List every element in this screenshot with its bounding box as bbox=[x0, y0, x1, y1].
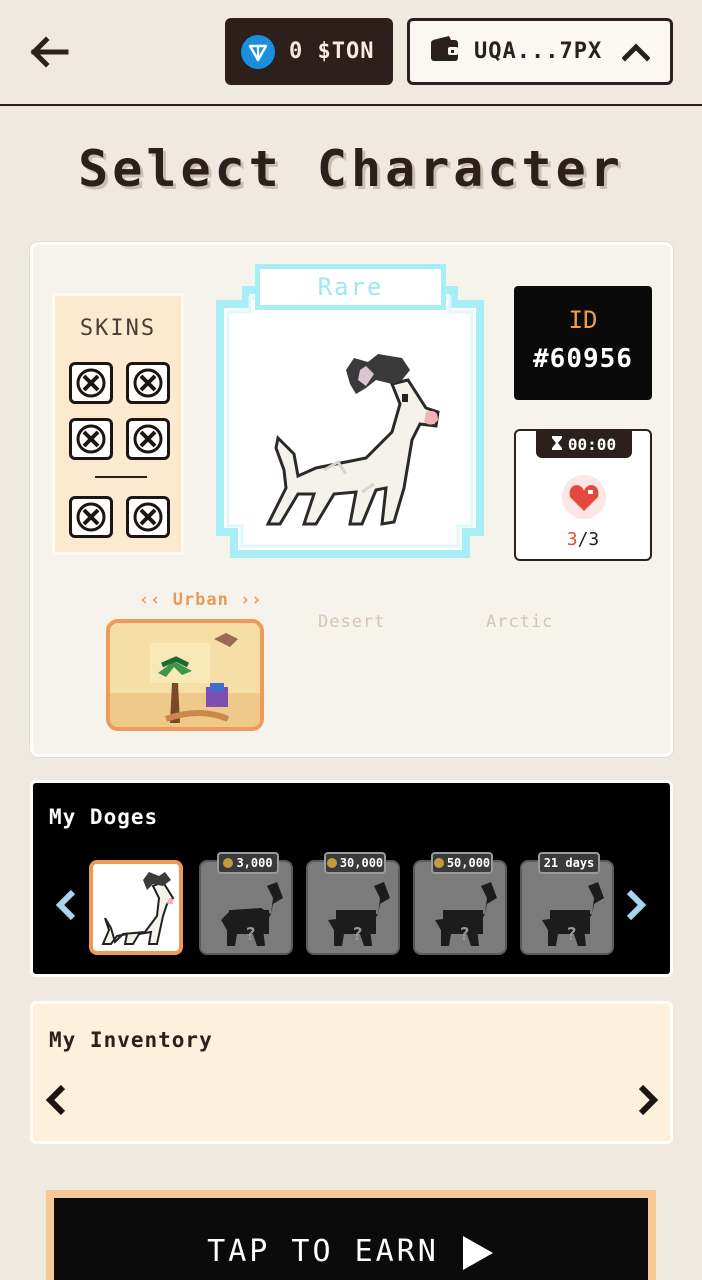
price-tag: 30,000 bbox=[324, 852, 386, 874]
tap-to-earn-label: TAP TO EARN bbox=[207, 1234, 439, 1269]
coin-icon bbox=[223, 858, 234, 868]
chevron-right-icon[interactable] bbox=[625, 889, 647, 929]
skins-divider bbox=[95, 476, 147, 478]
heart-icon bbox=[560, 473, 608, 525]
ton-balance-text: 0 $TON bbox=[289, 39, 375, 64]
top-bar: 0 $TON UQA...7PX bbox=[0, 0, 702, 106]
price-text: 30,000 bbox=[339, 856, 384, 870]
tap-to-earn-inner: TAP TO EARN bbox=[54, 1198, 648, 1280]
close-icon bbox=[133, 502, 163, 532]
locked-doge-silhouette-icon: ? bbox=[435, 882, 497, 946]
my-inventory-title: My Inventory bbox=[49, 1028, 213, 1052]
chevron-left-icon[interactable] bbox=[55, 889, 77, 929]
chevron-up-icon bbox=[621, 39, 651, 71]
skin-slot-empty[interactable] bbox=[126, 362, 170, 404]
skin-slot-empty[interactable] bbox=[126, 496, 170, 538]
locked-doge-silhouette-icon: ? bbox=[328, 882, 390, 946]
close-icon bbox=[76, 424, 106, 454]
my-doges-panel: My Doges 3,000 ? 30,000 ? 50,000 ? 21 da… bbox=[30, 780, 673, 977]
hourglass-icon bbox=[551, 435, 562, 454]
price-tag: 50,000 bbox=[431, 852, 493, 874]
svg-text:?: ? bbox=[245, 924, 256, 945]
doge-card-locked[interactable]: 21 days ? bbox=[520, 852, 614, 955]
close-icon bbox=[133, 424, 163, 454]
env-tab-arctic[interactable]: Arctic bbox=[486, 612, 553, 632]
id-value: #60956 bbox=[533, 344, 633, 374]
skin-slot-empty[interactable] bbox=[69, 362, 113, 404]
locked-doge-silhouette-icon: ? bbox=[221, 882, 283, 946]
wallet-button[interactable]: UQA...7PX bbox=[407, 18, 673, 85]
coin-icon bbox=[433, 858, 444, 868]
ton-balance-pill[interactable]: 0 $TON bbox=[225, 18, 393, 85]
energy-count: 3/3 bbox=[516, 529, 650, 550]
character-id-box: ID #60956 bbox=[514, 286, 652, 400]
svg-text:?: ? bbox=[459, 924, 470, 945]
chevron-left-icon[interactable] bbox=[45, 1084, 67, 1120]
tap-to-earn-button[interactable]: TAP TO EARN bbox=[46, 1190, 656, 1280]
svg-text:?: ? bbox=[352, 924, 363, 945]
skin-slot-empty[interactable] bbox=[69, 418, 113, 460]
energy-box: 00:00 3/3 bbox=[514, 429, 652, 561]
wallet-icon bbox=[430, 35, 460, 69]
chevron-right-icon[interactable] bbox=[637, 1084, 659, 1120]
price-text: 21 days bbox=[543, 856, 595, 870]
price-tag: 21 days bbox=[538, 852, 600, 874]
env-tab-desert[interactable]: Desert bbox=[318, 612, 385, 632]
skin-slot-empty[interactable] bbox=[126, 418, 170, 460]
price-text: 50,000 bbox=[446, 856, 491, 870]
doge-card-locked[interactable]: 50,000 ? bbox=[413, 852, 507, 955]
coin-icon bbox=[326, 858, 337, 868]
env-tab-urban[interactable]: ‹‹ Urban ›› bbox=[139, 590, 263, 610]
skin-slot-empty[interactable] bbox=[69, 496, 113, 538]
price-text: 3,000 bbox=[236, 856, 273, 870]
locked-doge-silhouette-icon: ? bbox=[542, 882, 604, 946]
energy-current: 3 bbox=[566, 529, 578, 550]
rarity-label: Rare bbox=[255, 264, 446, 310]
close-icon bbox=[76, 368, 106, 398]
skins-title: SKINS bbox=[79, 316, 157, 341]
environment-thumbnail[interactable] bbox=[106, 619, 264, 731]
wallet-address: UQA...7PX bbox=[474, 39, 603, 64]
doge-card-locked[interactable]: 3,000 ? bbox=[199, 852, 293, 955]
doge-card-selected[interactable] bbox=[89, 860, 183, 955]
ton-logo-icon bbox=[241, 34, 275, 69]
id-label: ID bbox=[568, 306, 598, 334]
close-icon bbox=[76, 502, 106, 532]
skins-panel: SKINS bbox=[52, 293, 184, 555]
price-tag: 3,000 bbox=[217, 852, 279, 874]
timer-pill: 00:00 bbox=[536, 430, 632, 458]
close-icon bbox=[133, 368, 163, 398]
timer-text: 00:00 bbox=[567, 434, 617, 454]
doge-card-locked[interactable]: 30,000 ? bbox=[306, 852, 400, 955]
my-doges-title: My Doges bbox=[49, 805, 159, 829]
back-arrow-icon[interactable] bbox=[28, 30, 72, 74]
energy-max: /3 bbox=[577, 529, 600, 550]
play-icon bbox=[461, 1234, 495, 1280]
my-inventory-panel: My Inventory bbox=[30, 1001, 673, 1144]
svg-text:?: ? bbox=[566, 924, 577, 945]
page-title: Select Character bbox=[78, 140, 624, 198]
